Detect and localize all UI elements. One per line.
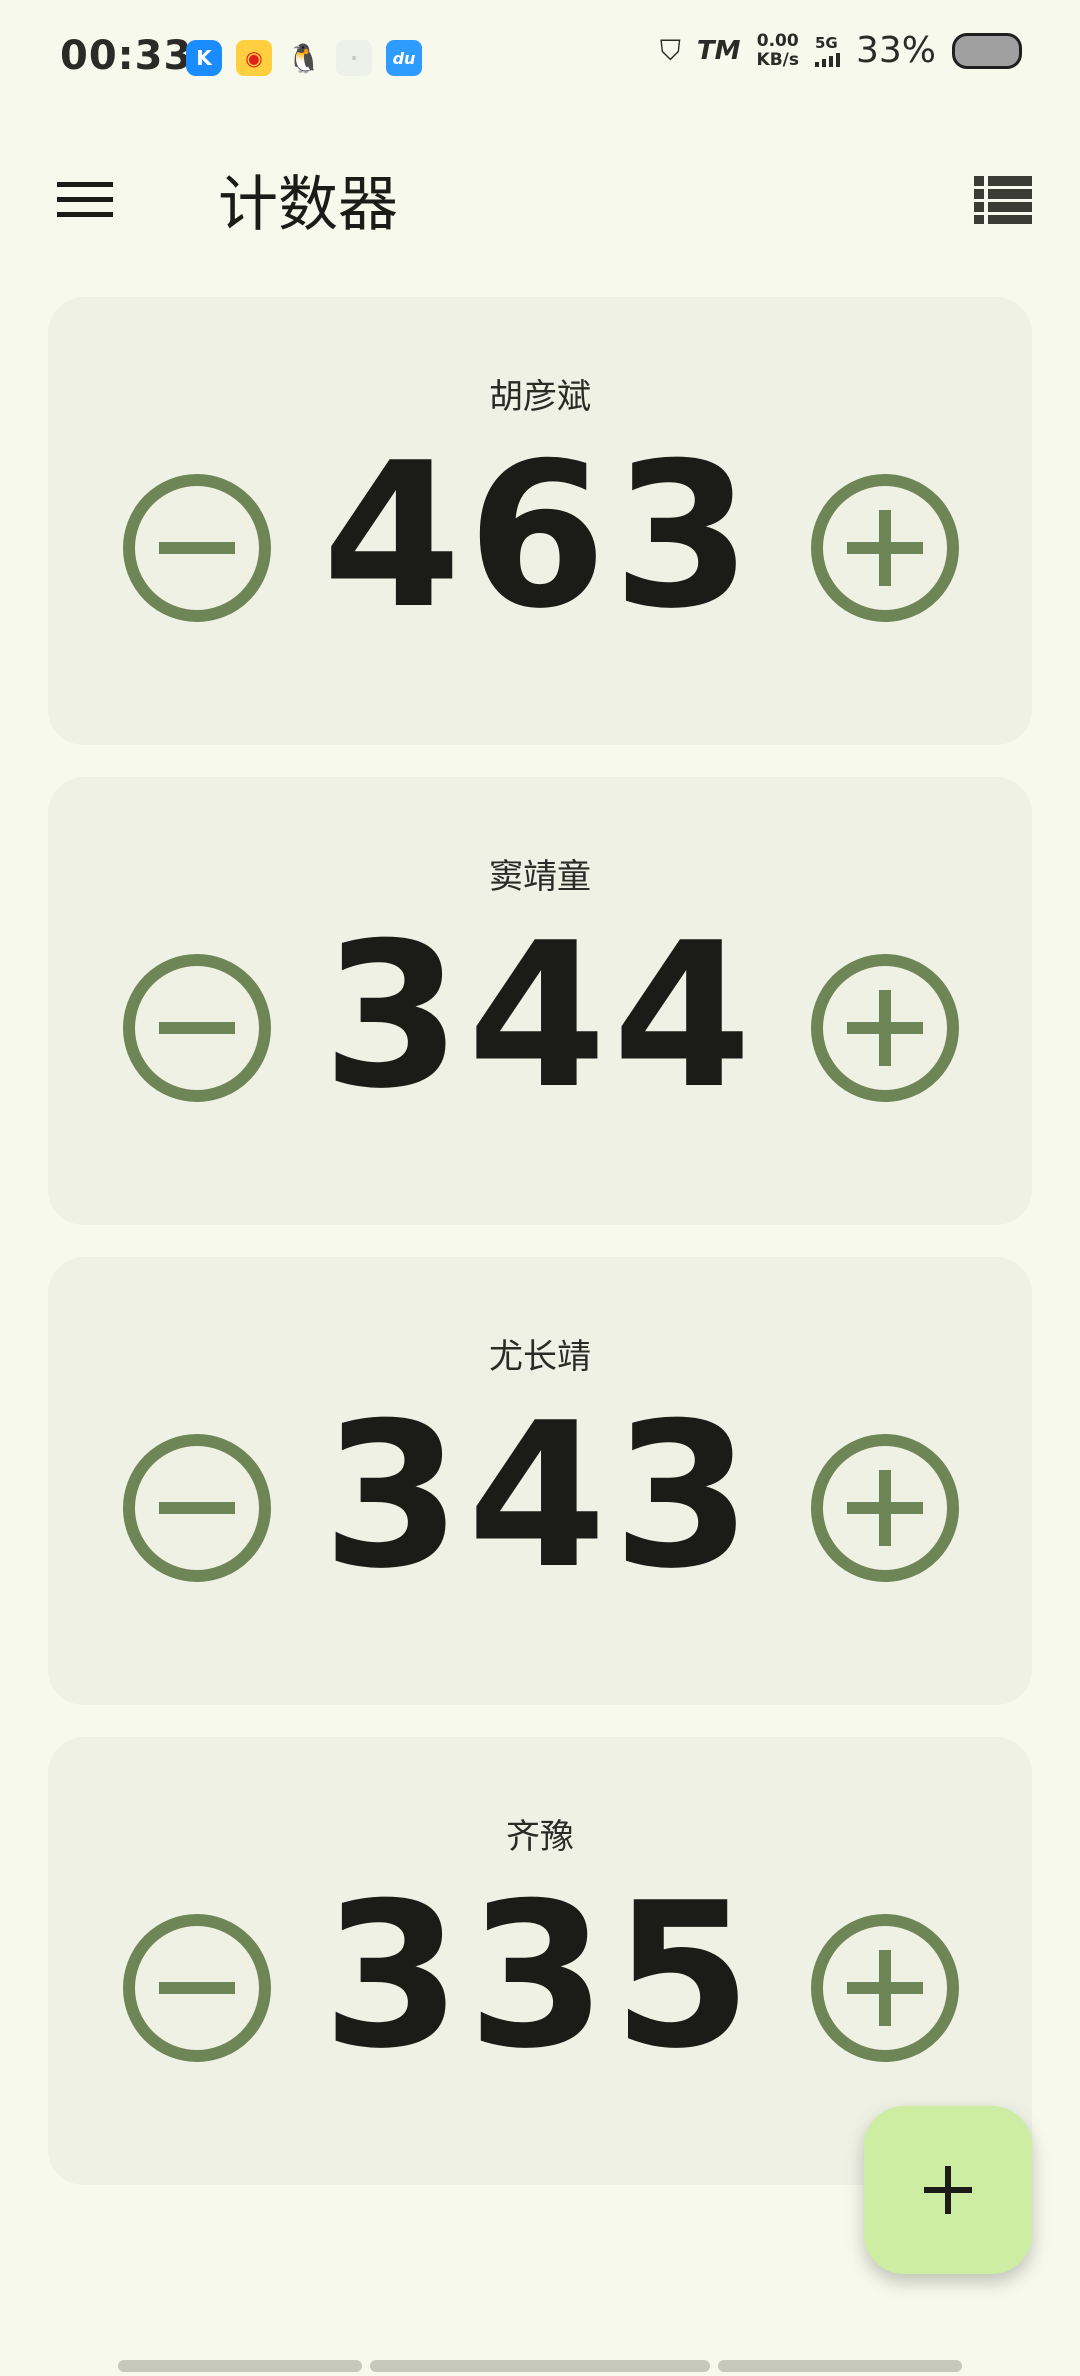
decrement-button[interactable] — [122, 953, 272, 1103]
counter-name: 胡彦斌 — [489, 377, 591, 417]
counter-name: 尤长靖 — [489, 1337, 591, 1377]
minus-circle-icon — [123, 474, 271, 622]
qq-icon: 🐧 — [286, 41, 322, 75]
counter-value: 343 — [322, 1380, 758, 1613]
signal-indicator: 5G — [814, 33, 840, 67]
increment-button[interactable] — [810, 473, 960, 623]
plus-circle-icon — [811, 1914, 959, 2062]
notification-icons: K ◉ 🐧 · du — [186, 40, 422, 76]
add-counter-button[interactable] — [864, 2106, 1032, 2274]
menu-icon — [57, 182, 113, 217]
counter-value: 463 — [322, 420, 758, 653]
net-speed-unit: KB/s — [756, 49, 799, 70]
signal-bars-icon — [814, 51, 840, 67]
minus-circle-icon — [123, 1434, 271, 1582]
du-icon: du — [386, 40, 422, 76]
plus-circle-icon — [811, 474, 959, 622]
increment-button[interactable] — [810, 1913, 960, 2063]
counter-card: 胡彦斌 463 — [48, 297, 1032, 745]
plus-circle-icon — [811, 1434, 959, 1582]
gesture-bar — [118, 2360, 962, 2372]
counter-name: 窦靖童 — [489, 857, 591, 897]
status-indicators: ⛉ TM 0.00 KB/s 5G 33% — [660, 30, 1022, 71]
shield-icon: ⛉ — [659, 33, 681, 67]
page-title: 计数器 — [218, 170, 398, 240]
increment-button[interactable] — [810, 1433, 960, 1583]
decrement-button[interactable] — [122, 473, 272, 623]
status-time: 00:33 — [60, 33, 193, 79]
blank-icon: · — [336, 40, 372, 76]
counter-list: 胡彦斌 463 窦靖童 344 尤长靖 343 齐豫 335 — [48, 297, 1032, 2217]
tm-icon: TM — [696, 35, 741, 66]
plus-circle-icon — [811, 954, 959, 1102]
net-speed-value: 0.00 — [756, 30, 799, 51]
app-bar: 计数器 — [0, 118, 1080, 278]
counter-value: 344 — [322, 900, 758, 1133]
decrement-button[interactable] — [122, 1913, 272, 2063]
minus-circle-icon — [123, 954, 271, 1102]
battery-icon — [952, 32, 1022, 69]
kugou-icon: K — [186, 40, 222, 76]
increment-button[interactable] — [810, 953, 960, 1103]
network-type: 5G — [814, 33, 838, 52]
counter-card: 窦靖童 344 — [48, 777, 1032, 1225]
net-speed: 0.00 KB/s — [756, 30, 799, 70]
list-view-button[interactable] — [958, 160, 1048, 240]
battery-percentage: 33% — [855, 30, 936, 71]
decrement-button[interactable] — [122, 1433, 272, 1583]
status-bar: 00:33 K ◉ 🐧 · du ⛉ TM 0.00 KB/s 5G 33% — [0, 0, 1080, 118]
menu-button[interactable] — [40, 160, 130, 240]
counter-name: 齐豫 — [506, 1817, 574, 1857]
list-view-icon — [974, 176, 1032, 224]
counter-value: 335 — [322, 1860, 758, 2093]
counter-card: 尤长靖 343 — [48, 1257, 1032, 1705]
weibo-icon: ◉ — [236, 40, 272, 76]
minus-circle-icon — [123, 1914, 271, 2062]
plus-icon — [924, 2166, 972, 2214]
